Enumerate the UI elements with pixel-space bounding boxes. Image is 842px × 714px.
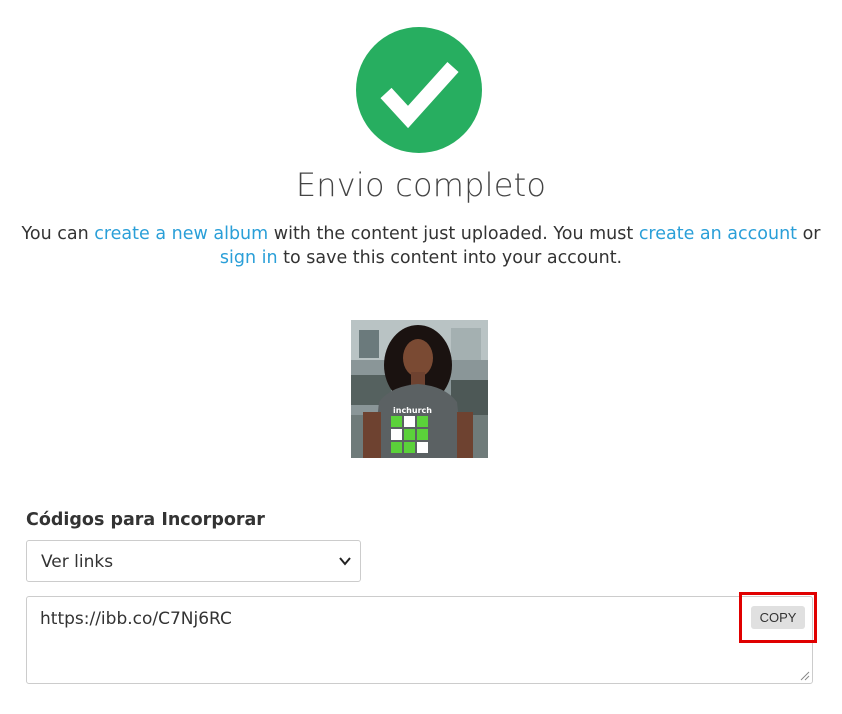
- create-album-link[interactable]: create a new album: [94, 224, 268, 244]
- embed-type-value: Ver links: [41, 552, 114, 572]
- sign-in-link[interactable]: sign in: [220, 248, 278, 268]
- message-prefix: You can: [21, 224, 95, 244]
- embed-codes-label: Códigos para Incorporar: [26, 510, 265, 530]
- success-check-icon: [356, 27, 482, 153]
- embed-code-textarea[interactable]: https://ibb.co/C7Nj6RC: [26, 596, 813, 684]
- message-or: or: [797, 224, 821, 244]
- upload-complete-page: Envio completo You can create a new albu…: [0, 0, 842, 714]
- create-account-link[interactable]: create an account: [639, 224, 797, 244]
- embed-code-text: https://ibb.co/C7Nj6RC: [40, 609, 232, 629]
- upload-message: You can create a new album with the cont…: [20, 222, 822, 270]
- copy-button[interactable]: COPY: [751, 606, 805, 629]
- chevron-down-icon: [339, 557, 351, 566]
- message-suffix: to save this content into your account.: [277, 248, 623, 268]
- message-middle: with the content just uploaded. You must: [268, 224, 639, 244]
- uploaded-image-thumbnail[interactable]: inchurch: [351, 320, 488, 458]
- shirt-logo-text: inchurch: [393, 406, 432, 415]
- page-title: Envio completo: [295, 166, 547, 204]
- resize-grip-icon[interactable]: [800, 671, 810, 681]
- embed-type-select[interactable]: Ver links: [26, 540, 361, 582]
